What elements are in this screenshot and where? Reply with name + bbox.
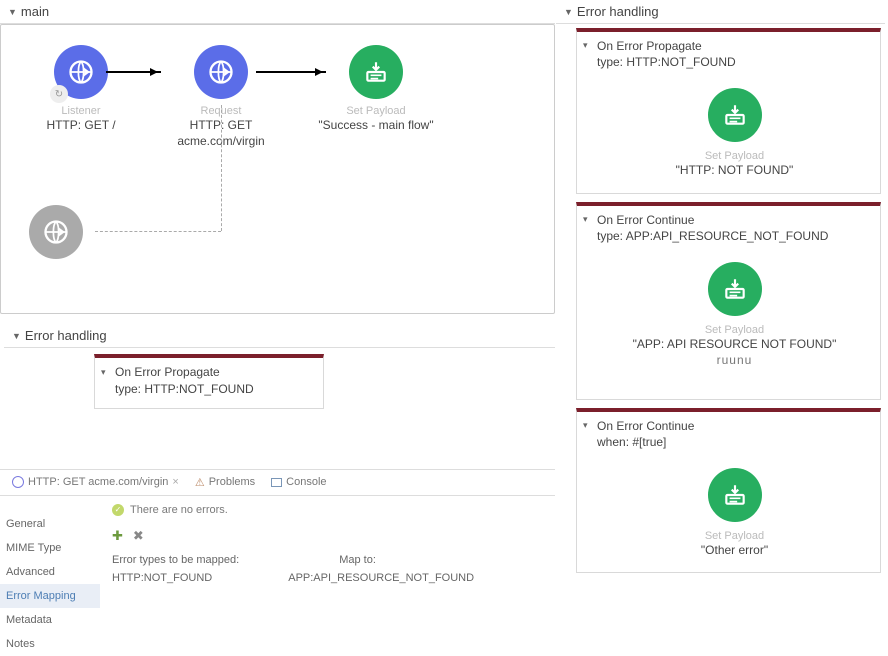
node-set-payload[interactable]: Set Payload "Success - main flow" bbox=[311, 45, 441, 133]
node-label: Listener bbox=[16, 105, 146, 117]
error-handling-title: Error handling bbox=[25, 328, 107, 343]
ok-icon: ✓ bbox=[112, 504, 124, 516]
table-row[interactable]: HTTP:NOT_FOUND APP:API_RESOURCE_NOT_FOUN… bbox=[112, 572, 543, 584]
mapping-table: Error types to be mapped: Map to: HTTP:N… bbox=[112, 554, 543, 584]
col-error-types: Error types to be mapped: bbox=[112, 554, 239, 566]
collapse-icon[interactable]: ▾ bbox=[583, 420, 588, 431]
payload-value: "HTTP: NOT FOUND" bbox=[597, 162, 872, 178]
right-column: ▼ Error handling ▾ On Error Propagate ty… bbox=[555, 0, 885, 656]
globe-arrow-icon bbox=[207, 58, 235, 86]
handler-type: type: HTTP:NOT_FOUND bbox=[115, 381, 315, 398]
globe-arrow-icon bbox=[67, 58, 95, 86]
error-handling-header[interactable]: ▼ Error handling bbox=[4, 324, 555, 348]
set-payload-icon bbox=[708, 468, 762, 522]
no-errors-status: ✓ There are no errors. bbox=[112, 504, 543, 516]
node-label: Set Payload bbox=[311, 105, 441, 117]
tab-label: Problems bbox=[209, 476, 255, 488]
tab-label: Console bbox=[286, 476, 326, 488]
set-payload-icon bbox=[708, 262, 762, 316]
nav-notes[interactable]: Notes bbox=[0, 632, 100, 656]
tab-problems[interactable]: ⚠ Problems bbox=[189, 474, 261, 491]
node-sublabel: "Success - main flow" bbox=[311, 117, 441, 133]
node-label: Set Payload bbox=[597, 150, 872, 162]
main-title: main bbox=[21, 4, 49, 19]
error-mapping-form: ✓ There are no errors. ✚ ✖ Error types t… bbox=[100, 496, 555, 656]
nav-advanced[interactable]: Advanced bbox=[0, 560, 100, 584]
tab-label: HTTP: GET acme.com/virgin bbox=[28, 476, 168, 488]
replay-badge-icon: ↻ bbox=[50, 85, 68, 103]
right-error-handling-header[interactable]: ▼ Error handling bbox=[556, 0, 885, 24]
properties-panel: HTTP: GET acme.com/virgin × ⚠ Problems C… bbox=[0, 469, 555, 656]
main-section-header[interactable]: ▼ main bbox=[0, 0, 555, 24]
handler-when: when: #[true] bbox=[597, 434, 872, 450]
handler-continue-default[interactable]: ▾ On Error Continue when: #[true] Set Pa… bbox=[576, 408, 881, 574]
set-payload-icon bbox=[349, 45, 403, 99]
http-listener-icon: ↻ bbox=[54, 45, 108, 99]
handler-continue-api-resource[interactable]: ▾ On Error Continue type: APP:API_RESOUR… bbox=[576, 202, 881, 400]
node-source[interactable] bbox=[16, 205, 96, 265]
flow-arrow-icon bbox=[106, 71, 161, 73]
node-listener[interactable]: ↻ Listener HTTP: GET / bbox=[16, 45, 146, 133]
cell-map-to: APP:API_RESOURCE_NOT_FOUND bbox=[288, 572, 474, 584]
handler-propagate-not-found[interactable]: ▾ On Error Propagate type: HTTP:NOT_FOUN… bbox=[576, 28, 881, 194]
console-icon bbox=[271, 478, 282, 487]
close-icon[interactable]: × bbox=[172, 476, 178, 488]
payload-value: "APP: API RESOURCE NOT FOUND" bbox=[597, 336, 872, 352]
root: ▼ main ↻ Listener HTTP: GET / bbox=[0, 0, 888, 656]
right-title: Error handling bbox=[577, 4, 659, 19]
payload-value: "Other error" bbox=[597, 542, 872, 558]
collapse-icon[interactable]: ▼ bbox=[564, 7, 573, 17]
nav-general[interactable]: General bbox=[0, 512, 100, 536]
tab-console[interactable]: Console bbox=[265, 474, 332, 490]
remove-mapping-icon[interactable]: ✖ bbox=[133, 528, 144, 544]
overflow-text: ruunu bbox=[597, 352, 872, 368]
handler-title: On Error Propagate bbox=[115, 364, 315, 381]
nav-mime-type[interactable]: MIME Type bbox=[0, 536, 100, 560]
http-request-icon bbox=[194, 45, 248, 99]
cell-error-type: HTTP:NOT_FOUND bbox=[112, 572, 212, 584]
bottom-tabbar: HTTP: GET acme.com/virgin × ⚠ Problems C… bbox=[0, 470, 555, 496]
collapse-icon[interactable]: ▾ bbox=[101, 366, 106, 379]
handler-type: type: APP:API_RESOURCE_NOT_FOUND bbox=[597, 228, 872, 244]
handler-title: On Error Continue bbox=[597, 212, 872, 228]
handler-title: On Error Propagate bbox=[597, 38, 872, 54]
warning-icon: ⚠ bbox=[195, 476, 205, 489]
main-flow-canvas[interactable]: ↻ Listener HTTP: GET / Request HTTP: GET… bbox=[0, 24, 555, 314]
set-payload-icon bbox=[708, 88, 762, 142]
flow-arrow-icon bbox=[256, 71, 326, 73]
error-handling-section: ▼ Error handling ▾ On Error Propagate ty… bbox=[0, 320, 555, 409]
node-label: Set Payload bbox=[597, 530, 872, 542]
nav-error-mapping[interactable]: Error Mapping bbox=[0, 584, 100, 608]
handler-title: On Error Continue bbox=[597, 418, 872, 434]
handler-type: type: HTTP:NOT_FOUND bbox=[597, 54, 872, 70]
collapse-icon[interactable]: ▼ bbox=[12, 331, 21, 341]
left-column: ▼ main ↻ Listener HTTP: GET / bbox=[0, 0, 555, 656]
source-icon bbox=[29, 205, 83, 259]
globe-small-icon bbox=[12, 476, 24, 488]
dotted-line bbox=[95, 231, 221, 232]
status-text: There are no errors. bbox=[130, 504, 228, 516]
node-sublabel: HTTP: GET / bbox=[16, 117, 146, 133]
add-mapping-icon[interactable]: ✚ bbox=[112, 528, 123, 544]
collapse-icon[interactable]: ▼ bbox=[8, 7, 17, 17]
node-label: Set Payload bbox=[597, 324, 872, 336]
collapse-icon[interactable]: ▾ bbox=[583, 40, 588, 51]
error-handler-propagate[interactable]: ▾ On Error Propagate type: HTTP:NOT_FOUN… bbox=[94, 354, 324, 409]
col-map-to: Map to: bbox=[339, 554, 376, 566]
properties-side-nav: General MIME Type Advanced Error Mapping… bbox=[0, 496, 100, 656]
tab-http-request[interactable]: HTTP: GET acme.com/virgin × bbox=[6, 474, 185, 490]
dotted-line bbox=[221, 105, 222, 231]
nav-metadata[interactable]: Metadata bbox=[0, 608, 100, 632]
collapse-icon[interactable]: ▾ bbox=[583, 214, 588, 225]
